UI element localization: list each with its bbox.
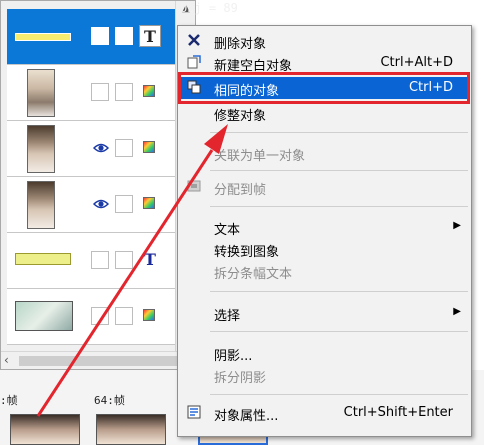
annotation-arrow [36,124,228,417]
screen: T T ▲ ‹ Obj = 89:帧 64:帧 删除对象 新建空白对象 Ctr… [0,0,484,445]
